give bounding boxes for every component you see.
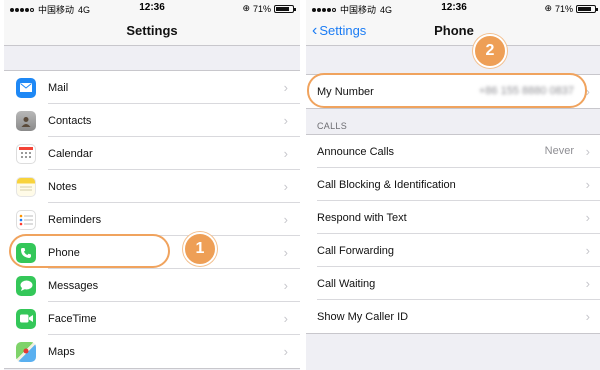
row-label: Respond with Text — [317, 211, 407, 224]
row-label: Announce Calls — [317, 145, 395, 158]
battery-icon — [576, 4, 598, 13]
chevron-right-icon: › — [585, 177, 590, 192]
chevron-right-icon: › — [283, 245, 288, 260]
call-forwarding-row[interactable]: Call Forwarding › — [306, 234, 600, 267]
settings-screen: 中国移动 4G 12:36 ⊕ 71% Settings Mail › Cont… — [4, 0, 300, 370]
page-title: Settings — [126, 23, 178, 38]
chevron-right-icon: › — [283, 80, 288, 95]
chevron-right-icon: › — [283, 212, 288, 227]
battery-icon — [274, 4, 296, 13]
row-label: Call Forwarding — [317, 244, 395, 257]
settings-item-calendar[interactable]: Calendar › — [4, 137, 300, 170]
rotation-lock-icon: ⊕ — [242, 3, 250, 13]
settings-item-facetime[interactable]: FaceTime › — [4, 302, 300, 335]
chevron-right-icon: › — [585, 243, 590, 258]
announce-calls-row[interactable]: Announce Calls Never › — [306, 135, 600, 168]
status-right: ⊕ 71% — [242, 3, 296, 14]
settings-item-label: Contacts — [48, 114, 92, 127]
respond-with-text-row[interactable]: Respond with Text › — [306, 201, 600, 234]
chevron-right-icon: › — [283, 146, 288, 161]
settings-item-contacts[interactable]: Contacts › — [4, 104, 300, 137]
maps-icon — [16, 341, 36, 362]
calls-section-header: CALLS — [317, 121, 348, 131]
nav-bar: ‹ Settings Phone — [306, 16, 600, 46]
settings-item-label: FaceTime — [48, 312, 97, 325]
battery-percent: 71% — [554, 3, 573, 14]
contacts-icon — [16, 110, 36, 131]
chevron-right-icon: › — [585, 144, 590, 159]
calls-list: Announce Calls Never › Call Blocking & I… — [306, 134, 600, 334]
settings-item-notes[interactable]: Notes › — [4, 170, 300, 203]
facetime-icon — [16, 308, 36, 329]
phone-settings-screen: 中国移动 4G 12:36 ⊕ 71% ‹ Settings Phone My … — [306, 0, 600, 370]
row-label: Show My Caller ID — [317, 310, 409, 323]
chevron-right-icon: › — [283, 113, 288, 128]
call-blocking-row[interactable]: Call Blocking & Identification › — [306, 168, 600, 201]
row-label: Call Blocking & Identification — [317, 178, 456, 191]
step-badge-1: 1 — [183, 232, 217, 266]
phone-highlight-outline — [9, 234, 170, 268]
settings-item-label: Calendar — [48, 147, 93, 160]
chevron-right-icon: › — [283, 179, 288, 194]
status-bar: 中国移动 4G 12:36 ⊕ 71% — [306, 0, 600, 16]
row-label: Call Waiting — [317, 277, 376, 290]
chevron-right-icon: › — [585, 276, 590, 291]
show-caller-id-row[interactable]: Show My Caller ID › — [306, 300, 600, 333]
nav-bar: Settings — [4, 16, 300, 46]
settings-item-label: Messages — [48, 279, 99, 292]
settings-item-mail[interactable]: Mail › — [4, 71, 300, 104]
calendar-icon — [16, 143, 36, 164]
reminders-icon — [16, 209, 36, 230]
chevron-right-icon: › — [585, 210, 590, 225]
settings-list: Mail › Contacts › Calendar › Notes › Rem… — [4, 70, 300, 369]
step-badge-2: 2 — [473, 34, 507, 68]
settings-item-label: Notes — [48, 180, 77, 193]
chevron-right-icon: › — [585, 309, 590, 324]
settings-item-label: Maps — [48, 345, 75, 358]
messages-icon — [16, 275, 36, 296]
settings-item-maps[interactable]: Maps › — [4, 335, 300, 368]
announce-calls-value: Never — [544, 145, 574, 157]
settings-item-messages[interactable]: Messages › — [4, 269, 300, 302]
settings-item-reminders[interactable]: Reminders › — [4, 203, 300, 236]
page-title: Phone — [434, 23, 474, 38]
rotation-lock-icon: ⊕ — [544, 3, 552, 13]
chevron-right-icon: › — [283, 311, 288, 326]
my-number-highlight-outline — [307, 73, 587, 108]
settings-item-label: Reminders — [48, 213, 102, 226]
settings-item-label: Mail — [48, 81, 69, 94]
call-waiting-row[interactable]: Call Waiting › — [306, 267, 600, 300]
status-right: ⊕ 71% — [544, 3, 598, 14]
notes-icon — [16, 176, 36, 197]
battery-percent: 71% — [252, 3, 271, 14]
chevron-right-icon: › — [283, 278, 288, 293]
status-bar: 中国移动 4G 12:36 ⊕ 71% — [4, 0, 300, 16]
chevron-right-icon: › — [283, 344, 288, 359]
mail-icon — [16, 77, 36, 98]
